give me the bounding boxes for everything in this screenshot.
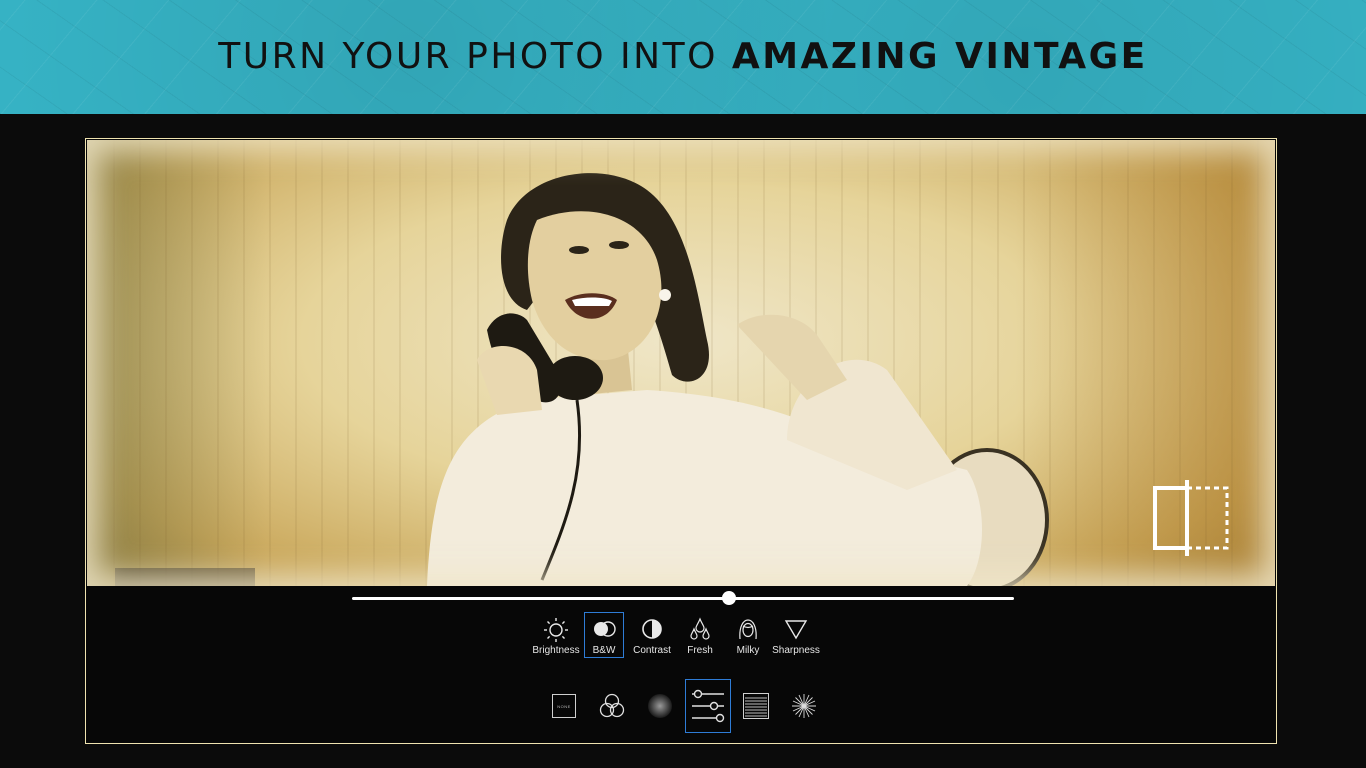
none-button[interactable]: NONE (542, 680, 586, 732)
texture-icon (743, 693, 769, 719)
tool-sharpness-label: Sharpness (772, 645, 820, 656)
bw-circles-icon (594, 621, 616, 637)
light-burst-icon (792, 694, 816, 718)
adjust-tools-row: Brightness B&W Contrast Fresh Milky Shar… (532, 612, 820, 663)
photo-preview[interactable] (87, 140, 1275, 586)
adjust-button[interactable] (685, 679, 731, 733)
light-burst-button[interactable] (782, 680, 826, 732)
none-icon: NONE (552, 694, 576, 718)
tool-bw[interactable]: B&W (584, 612, 624, 658)
half-circle-icon (642, 619, 662, 639)
bottom-toolbar: NONE (542, 679, 826, 733)
triangle-icon (784, 620, 808, 640)
split-compare-icon[interactable] (1153, 480, 1233, 556)
texture-button[interactable] (734, 680, 778, 732)
none-label: NONE (557, 703, 571, 709)
promo-banner: TURN YOUR PHOTO INTO AMAZING VINTAGE (0, 0, 1366, 114)
filters-circles-icon (599, 693, 625, 718)
adjust-slider-track[interactable] (352, 597, 1014, 600)
droplets-icon (690, 617, 710, 640)
adjust-slider-thumb[interactable] (722, 591, 737, 605)
sliders-icon (692, 689, 725, 723)
vignette-button[interactable] (638, 680, 682, 732)
banner-title: TURN YOUR PHOTO INTO AMAZING VINTAGE (0, 36, 1366, 77)
banner-title-regular: TURN YOUR PHOTO INTO (218, 36, 732, 77)
sun-icon (544, 618, 568, 642)
tool-sharpness[interactable]: Sharpness (772, 613, 820, 657)
face-icon (739, 619, 757, 640)
banner-title-bold: AMAZING VINTAGE (731, 36, 1148, 77)
editor-frame: Brightness B&W Contrast Fresh Milky Shar… (85, 138, 1277, 744)
filters-button[interactable] (590, 680, 634, 732)
vignette-icon (648, 694, 672, 718)
tool-brightness[interactable]: Brightness (532, 613, 580, 657)
photo-torn-edge (87, 140, 1275, 586)
